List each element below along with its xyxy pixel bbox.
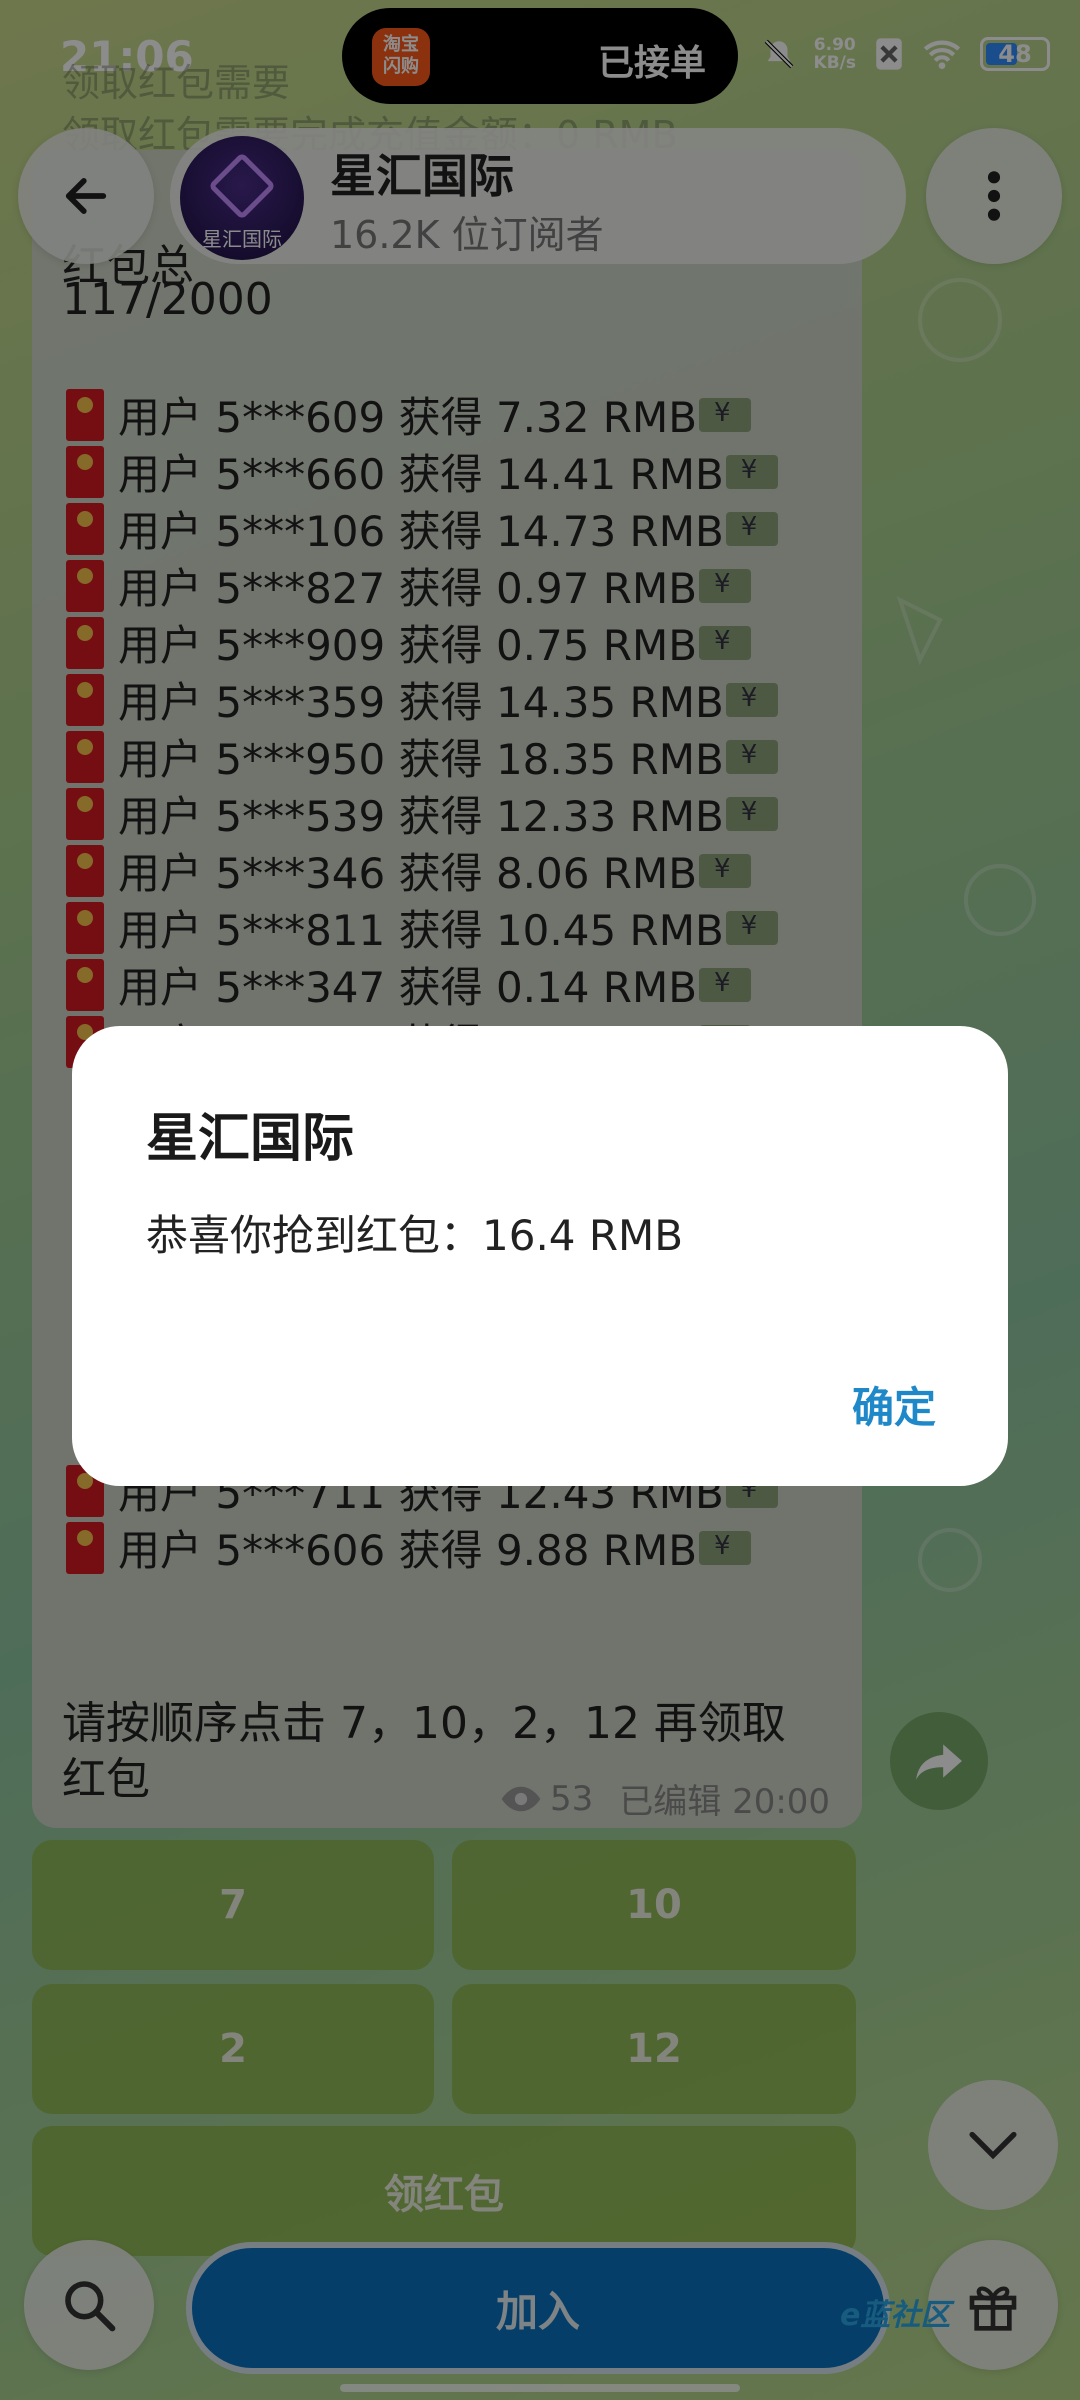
dialog-title: 星汇国际 — [146, 1109, 355, 1169]
confirm-button[interactable]: 确定 — [852, 1374, 936, 1435]
dialog-message: 恭喜你抢到红包：16.4 RMB — [146, 1211, 684, 1260]
alert-dialog: 星汇国际 恭喜你抢到红包：16.4 RMB 确定 — [72, 1026, 1008, 1486]
